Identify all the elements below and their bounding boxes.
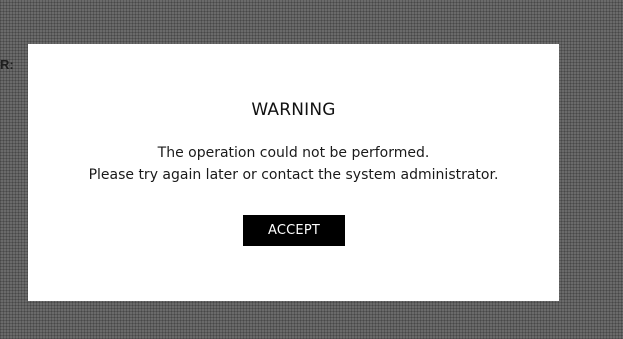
dialog-title: WARNING bbox=[251, 100, 336, 120]
dialog-message-line-2: Please try again later or contact the sy… bbox=[88, 167, 499, 183]
dialog-message: The operation could not be performed. Pl… bbox=[28, 142, 559, 186]
accept-button[interactable]: ACCEPT bbox=[243, 215, 345, 246]
warning-dialog: WARNING The operation could not be perfo… bbox=[28, 44, 559, 301]
dialog-message-line-1: The operation could not be performed. bbox=[157, 145, 430, 161]
background-label-fragment: R: bbox=[0, 57, 14, 72]
